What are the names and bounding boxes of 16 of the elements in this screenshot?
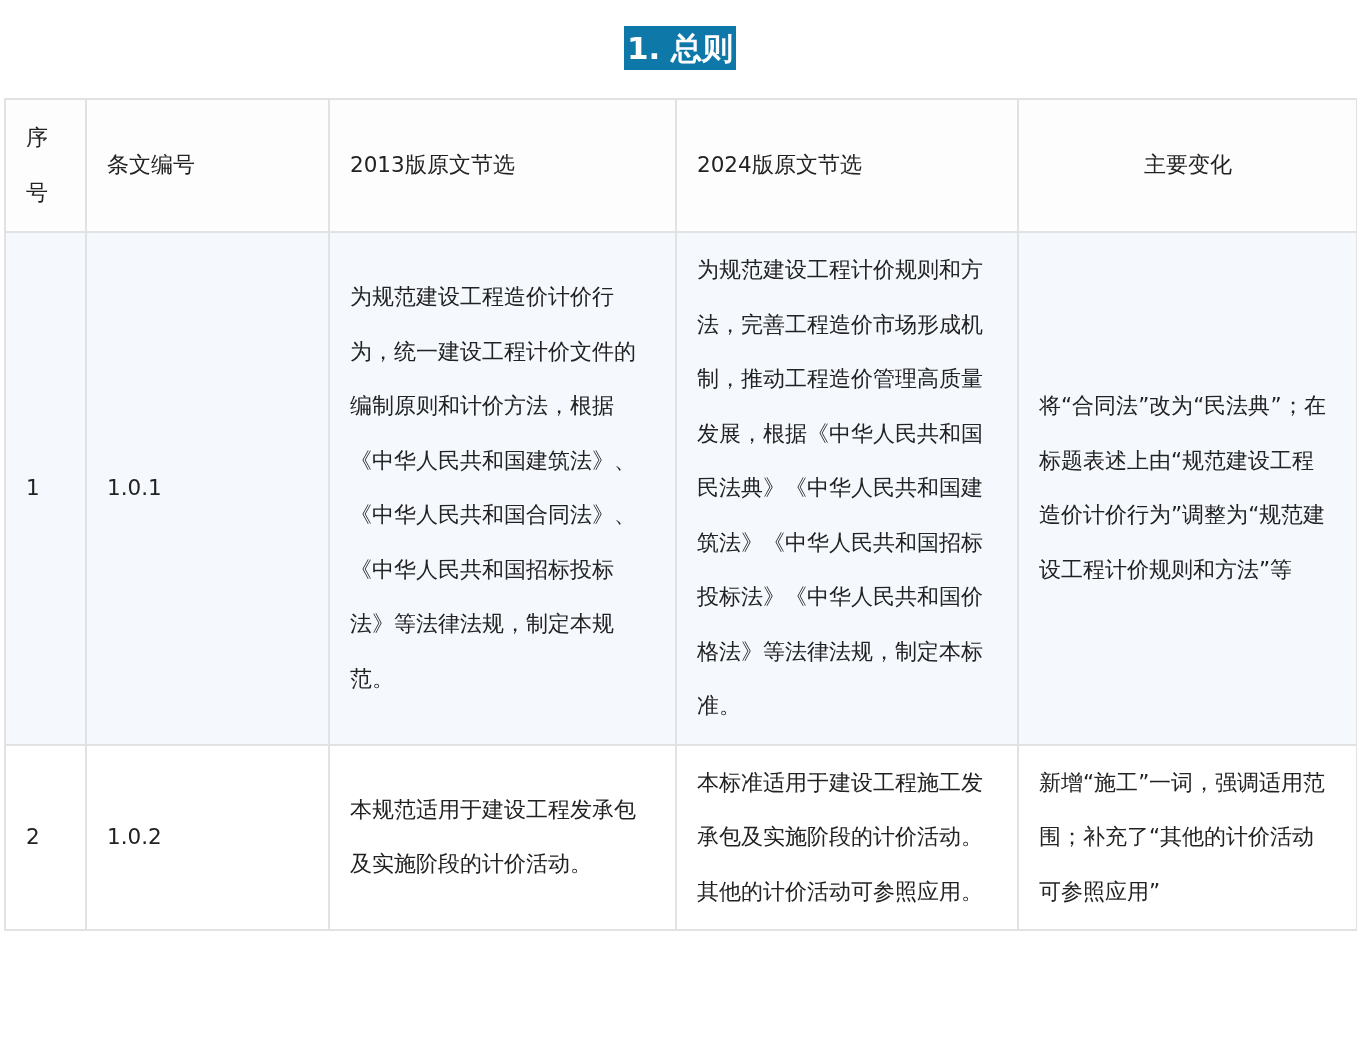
table-cell: 1.0.2 — [86, 744, 329, 930]
table-cell: 新增“施工”一词，强调适用范围；补充了“其他的计价活动可参照应用” — [1018, 744, 1357, 930]
table-cell: 1 — [5, 232, 86, 745]
table-cell: 为规范建设工程计价规则和方法，完善工程造价市场形成机制，推动工程造价管理高质量发展，根据《中华人民共和国民法典》《中华人民共和国建筑法》《中华人民共和国招标投标法》《中华人民共和国价格法》等法律法规，制定本标准。 — [676, 232, 1018, 745]
table-cell: 本标准适用于建设工程施工发承包及实施阶段的计价活动。其他的计价活动可参照应用。 — [676, 744, 1018, 930]
section-heading: 1. 总则 — [623, 26, 737, 70]
table-cell: 1.0.1 — [86, 232, 329, 745]
table-cell: 为规范建设工程造价计价行为，统一建设工程计价文件的编制原则和计价方法，根据《中华人民共和国建筑法》、《中华人民共和国合同法》、《中华人民共和国招标投标法》等法律法规，制定本规范。 — [329, 232, 676, 745]
table-cell: 本规范适用于建设工程发承包及实施阶段的计价活动。 — [329, 744, 676, 930]
column-header: 2013版原文节选 — [329, 99, 676, 232]
column-header: 2024版原文节选 — [676, 99, 1018, 232]
table-cell: 2 — [5, 744, 86, 930]
column-header: 主要变化 — [1018, 99, 1357, 232]
column-header: 序号 — [5, 99, 86, 232]
table-cell: 将“合同法”改为“民法典”；在标题表述上由“规范建设工程造价计价行为”调整为“规范建设工程计价规则和方法”等 — [1018, 232, 1357, 745]
column-header: 条文编号 — [86, 99, 329, 232]
